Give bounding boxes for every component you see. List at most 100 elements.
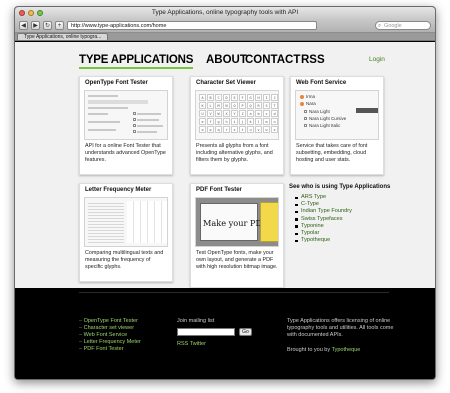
- glyph-cell[interactable]: F: [239, 94, 246, 101]
- glyph-cell[interactable]: Q: [247, 102, 254, 109]
- glyph-cell[interactable]: W: [215, 110, 222, 117]
- glyph-cell[interactable]: T: [271, 102, 278, 109]
- glyph-cell[interactable]: u: [247, 126, 254, 133]
- card-description: Comparing multilingual texts and measuri…: [85, 250, 164, 270]
- search-field[interactable]: ⌕ Google: [375, 21, 431, 30]
- client-link[interactable]: Indian Type Foundry: [295, 208, 399, 215]
- browser-tab[interactable]: Type Applications, online typogra...: [17, 33, 109, 40]
- glyph-cell[interactable]: k: [247, 118, 254, 125]
- glyph-cell[interactable]: A: [199, 94, 206, 101]
- style-toolbar: [356, 108, 378, 113]
- footer-link-label: Letter Frequency Meter: [83, 339, 141, 345]
- footer-link-item[interactable]: – Web Font Service: [79, 332, 141, 339]
- footer-link-item[interactable]: – PDF Font Tester: [79, 346, 141, 353]
- close-window-button[interactable]: [19, 10, 25, 16]
- page-content: TYPE APPLICATIONS ABOUT CONTACT RSS Logi…: [15, 42, 435, 288]
- glyph-cell[interactable]: C: [215, 94, 222, 101]
- typotheque-link[interactable]: Typotheque: [332, 347, 361, 353]
- footer-link-item[interactable]: – Letter Frequency Meter: [79, 339, 141, 346]
- glyph-cell[interactable]: j: [239, 118, 246, 125]
- nav-contact[interactable]: CONTACT: [245, 54, 300, 66]
- glyph-cell[interactable]: H: [255, 94, 262, 101]
- glyph-cell[interactable]: v: [255, 126, 262, 133]
- glyph-cell[interactable]: U: [199, 110, 206, 117]
- glyph-cell[interactable]: p: [207, 126, 214, 133]
- glyph-cell[interactable]: D: [223, 94, 230, 101]
- glyph-cell[interactable]: g: [215, 118, 222, 125]
- glyph-cell[interactable]: d: [271, 110, 278, 117]
- glyph-cell[interactable]: M: [215, 102, 222, 109]
- glyph-cell[interactable]: I: [263, 94, 270, 101]
- window-title: Type Applications, online typography too…: [151, 9, 299, 16]
- card-description: Presents all glyphs from a font includin…: [196, 143, 273, 163]
- client-link[interactable]: Typotheque: [295, 237, 399, 244]
- mailing-list-input[interactable]: [177, 328, 235, 336]
- glyph-cell[interactable]: f: [207, 118, 214, 125]
- glyph-cell[interactable]: w: [263, 126, 270, 133]
- card-letter-frequency-meter[interactable]: Letter Frequency Meter Comparing multili…: [79, 183, 173, 282]
- glyph-cell[interactable]: x: [271, 126, 278, 133]
- glyph-cell[interactable]: G: [247, 94, 254, 101]
- glyph-cell[interactable]: J: [271, 94, 278, 101]
- glyph-cell[interactable]: c: [263, 110, 270, 117]
- client-link[interactable]: Swiss Typefaces: [295, 216, 399, 223]
- glyph-cell[interactable]: n: [271, 118, 278, 125]
- footer-link-label: Web Font Service: [83, 332, 128, 338]
- glyph-cell[interactable]: Y: [231, 110, 238, 117]
- card-pdf-font-tester[interactable]: PDF Font Tester Make your PDF Test OpenT…: [190, 183, 284, 288]
- web-font-thumbnail: Irma Nara Nara Light Nara Light Cursive …: [295, 90, 379, 140]
- glyph-cell[interactable]: o: [199, 126, 206, 133]
- glyph-cell[interactable]: X: [223, 110, 230, 117]
- back-icon[interactable]: ◀: [19, 21, 28, 30]
- glyph-cell[interactable]: E: [231, 94, 238, 101]
- footer-about-text: Type Applications offers licensing of on…: [287, 318, 394, 338]
- glyph-cell[interactable]: r: [223, 126, 230, 133]
- reload-icon[interactable]: ↻: [43, 21, 52, 30]
- glyph-cell[interactable]: l: [255, 118, 262, 125]
- footer-link-item[interactable]: – OpenType Font Tester: [79, 318, 141, 325]
- glyph-cell[interactable]: Z: [239, 110, 246, 117]
- glyph-cell[interactable]: h: [223, 118, 230, 125]
- glyph-cell[interactable]: L: [207, 102, 214, 109]
- minimize-window-button[interactable]: [28, 10, 34, 16]
- address-bar[interactable]: http://www.type-applications.com/home: [67, 21, 317, 30]
- glyph-cell[interactable]: R: [255, 102, 262, 109]
- card-description: Test OpenType fonts, make your own layou…: [196, 250, 278, 270]
- brought-by-label: Brought to you by: [287, 347, 331, 353]
- footer-link-item[interactable]: – Character set viewer: [79, 325, 141, 332]
- mailing-go-button[interactable]: Go: [239, 328, 252, 336]
- glyph-cell[interactable]: a: [247, 110, 254, 117]
- nav-about[interactable]: ABOUT: [206, 54, 247, 66]
- glyph-cell[interactable]: b: [255, 110, 262, 117]
- glyph-cell[interactable]: e: [199, 118, 206, 125]
- client-link[interactable]: ARS Type: [295, 194, 399, 201]
- add-bookmark-icon[interactable]: +: [55, 21, 64, 30]
- glyph-cell[interactable]: P: [239, 102, 246, 109]
- nav-rss[interactable]: RSS: [301, 54, 325, 66]
- zoom-window-button[interactable]: [37, 10, 43, 16]
- checkbox-icon: [304, 124, 307, 127]
- glyph-cell[interactable]: S: [263, 102, 270, 109]
- client-link[interactable]: Typonine: [295, 223, 399, 230]
- glyph-cell[interactable]: t: [239, 126, 246, 133]
- site-logo[interactable]: TYPE APPLICATIONS: [79, 54, 193, 69]
- login-link[interactable]: Login: [369, 56, 385, 63]
- glyph-cell[interactable]: O: [231, 102, 238, 109]
- glyph-cell[interactable]: s: [231, 126, 238, 133]
- forward-icon[interactable]: ▶: [31, 21, 40, 30]
- glyph-cell[interactable]: K: [199, 102, 206, 109]
- rss-twitter-links[interactable]: RSS Twitter: [177, 341, 206, 347]
- font-style-row: Nara Light: [304, 109, 330, 114]
- client-link[interactable]: Typolar: [295, 230, 399, 237]
- client-link[interactable]: C-Type: [295, 201, 399, 208]
- glyph-cell[interactable]: B: [207, 94, 214, 101]
- card-web-font-service[interactable]: Web Font Service Irma Nara Nara Light Na…: [290, 76, 384, 175]
- glyph-cell[interactable]: q: [215, 126, 222, 133]
- glyph-cell[interactable]: N: [223, 102, 230, 109]
- checkbox-icon: [304, 117, 307, 120]
- glyph-cell[interactable]: i: [231, 118, 238, 125]
- glyph-cell[interactable]: m: [263, 118, 270, 125]
- glyph-cell[interactable]: V: [207, 110, 214, 117]
- card-opentype-font-tester[interactable]: OpenType Font Tester API for a online Fo…: [79, 76, 173, 175]
- card-character-set-viewer[interactable]: Character Set Viewer ABCDEFGHIJ KLMNOPQRS…: [190, 76, 284, 175]
